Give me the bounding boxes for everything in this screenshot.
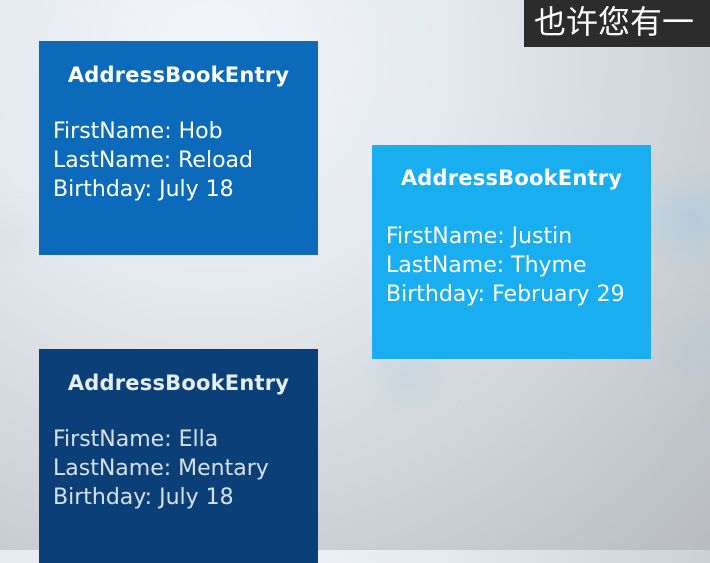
card-title: AddressBookEntry [67, 371, 290, 395]
last-name-text: LastName: Mentary [53, 456, 269, 481]
subtitle-caption: 也许您有一 [524, 0, 710, 47]
background-blur [675, 330, 710, 370]
last-name-text: LastName: Reload [53, 148, 253, 173]
birthday-text: Birthday: July 18 [53, 177, 234, 202]
address-book-entry-card: AddressBookEntry FirstName: Justin LastN… [372, 145, 651, 359]
last-name-text: LastName: Thyme [386, 253, 587, 278]
first-name-text: FirstName: Ella [53, 427, 219, 452]
card-title: AddressBookEntry [67, 63, 290, 87]
birthday-text: Birthday: July 18 [53, 485, 234, 510]
background-blur [660, 190, 710, 250]
address-book-entry-card: AddressBookEntry FirstName: Hob LastName… [39, 41, 318, 255]
birthday-text: Birthday: February 29 [386, 282, 625, 307]
first-name-text: FirstName: Justin [386, 224, 573, 249]
background-blur [0, 225, 20, 245]
address-book-entry-card: AddressBookEntry FirstName: Ella LastNam… [39, 349, 318, 563]
background-blur [385, 355, 435, 395]
card-title: AddressBookEntry [400, 166, 623, 190]
first-name-text: FirstName: Hob [53, 119, 223, 144]
